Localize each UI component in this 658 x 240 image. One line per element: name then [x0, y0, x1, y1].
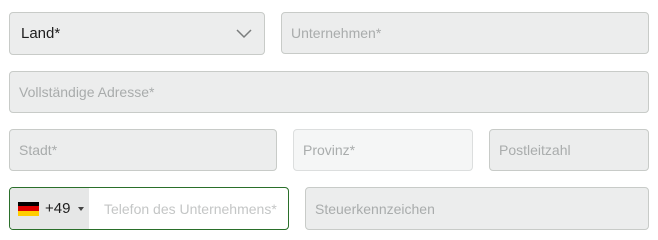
postal-code-placeholder: Postleitzahl [499, 142, 571, 158]
country-select-label: Land* [21, 25, 61, 42]
company-placeholder: Unternehmen* [291, 25, 382, 41]
province-input[interactable]: Provinz* [293, 129, 473, 171]
country-select[interactable]: Land* [9, 12, 265, 55]
city-input[interactable]: Stadt* [9, 129, 277, 171]
phone-input[interactable]: Telefon des Unternehmens* [89, 188, 288, 229]
germany-flag-icon [18, 201, 39, 216]
address-placeholder: Vollständige Adresse* [19, 84, 155, 100]
company-input[interactable]: Unternehmen* [281, 12, 649, 54]
caret-down-icon [78, 206, 85, 211]
tax-id-placeholder: Steuerkennzeichen [315, 200, 435, 217]
chevron-down-icon [236, 28, 252, 38]
city-placeholder: Stadt* [19, 142, 58, 158]
tax-id-input[interactable]: Steuerkennzeichen [305, 187, 649, 230]
phone-placeholder: Telefon des Unternehmens* [104, 200, 277, 217]
phone-field: +49 Telefon des Unternehmens* [9, 187, 289, 230]
country-code-selector[interactable]: +49 [10, 188, 89, 229]
province-placeholder: Provinz* [303, 142, 356, 158]
address-input[interactable]: Vollständige Adresse* [9, 71, 649, 113]
country-code: +49 [45, 200, 71, 217]
postal-code-input[interactable]: Postleitzahl [489, 129, 649, 171]
